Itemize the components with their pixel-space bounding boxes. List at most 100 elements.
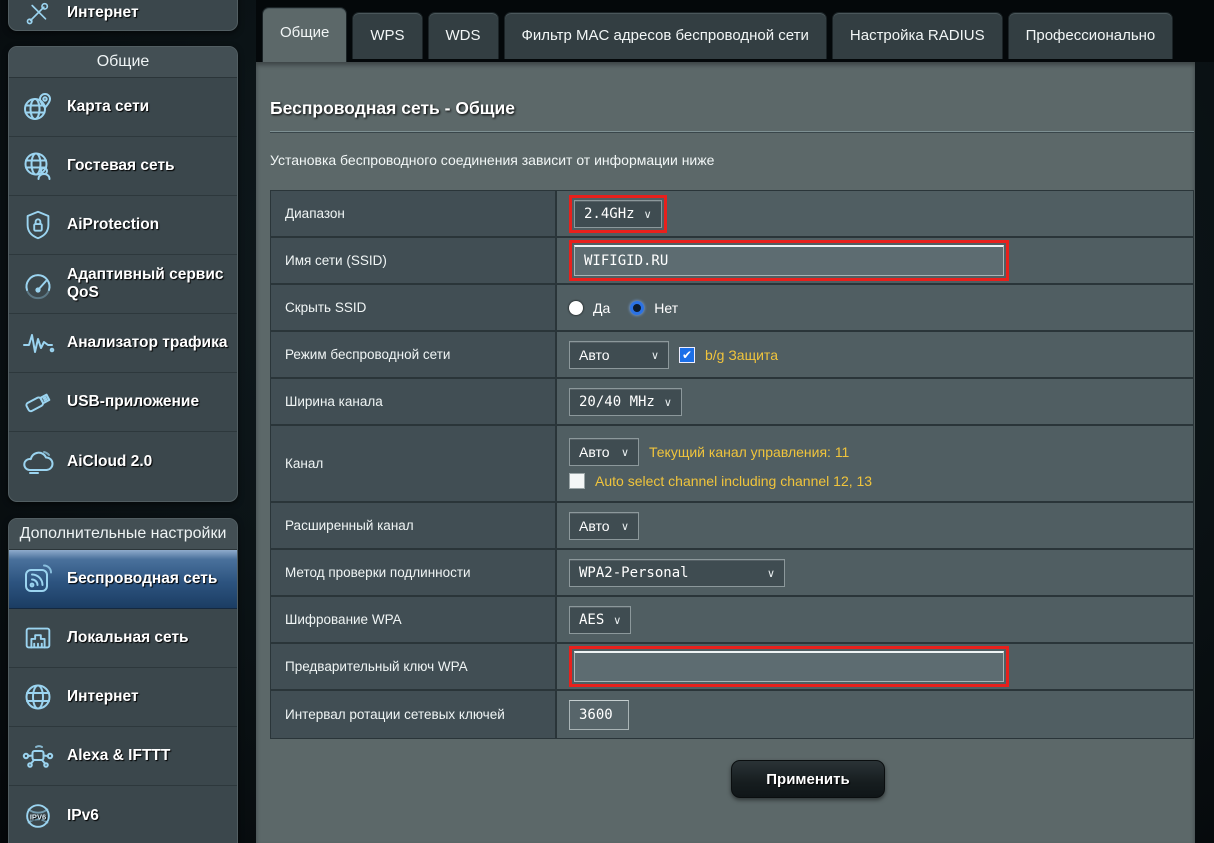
chevron-down-icon	[613, 612, 621, 628]
tab-wds[interactable]: WDS	[428, 12, 499, 59]
wireless-settings-form: Диапазон 2.4GHz Имя сети (SSID)	[270, 190, 1194, 739]
key-rotation-input[interactable]	[569, 700, 629, 730]
row-wpa-encryption: Шифрование WPA AES	[271, 597, 1193, 644]
wpa-key-input[interactable]	[574, 651, 1004, 682]
network-map-icon	[17, 89, 59, 125]
chevron-down-icon	[767, 565, 775, 581]
chevron-down-icon	[621, 444, 629, 460]
row-auth-method: Метод проверки подлинности WPA2-Personal	[271, 550, 1193, 597]
chevron-down-icon	[651, 347, 659, 363]
field-label: Ширина канала	[271, 379, 557, 424]
sidebar-item-qos[interactable]: Адаптивный сервис QoS	[9, 255, 237, 314]
sidebar-box-advanced: Дополнительные настройки Беспроводная се…	[8, 518, 238, 843]
wireless-mode-value: Авто	[579, 347, 610, 363]
sidebar-item-label: AiProtection	[67, 216, 159, 234]
sidebar-section-title: Общие	[9, 47, 237, 78]
chevron-down-icon	[664, 394, 672, 410]
row-extension-channel: Расширенный канал Авто	[271, 503, 1193, 550]
page-subtitle: Установка беспроводного соединения завис…	[270, 152, 714, 168]
sidebar-item-ipv6[interactable]: IPV6 IPv6	[9, 786, 237, 843]
lan-port-icon	[17, 621, 59, 655]
tab-radius[interactable]: Настройка RADIUS	[832, 12, 1003, 59]
row-wireless-mode: Режим беспроводной сети Авто b/g Защита	[271, 332, 1193, 379]
apply-button[interactable]: Применить	[731, 760, 885, 798]
sidebar-item-label: Гостевая сеть	[67, 157, 175, 175]
sidebar-box-general: Общие Карта сети Гостевая сеть	[8, 46, 238, 502]
guest-network-icon	[17, 148, 59, 184]
sidebar-item-label: Адаптивный сервис QoS	[67, 266, 231, 302]
field-label: Скрыть SSID	[271, 285, 557, 330]
sidebar-item-wireless[interactable]: Беспроводная сеть	[9, 550, 237, 609]
tab-mac-filter[interactable]: Фильтр MAC адресов беспроводной сети	[504, 12, 827, 59]
sidebar-item-label: Карта сети	[67, 98, 149, 116]
tab-professional[interactable]: Профессионально	[1008, 12, 1174, 59]
svg-text:IPV6: IPV6	[30, 812, 46, 821]
sidebar-item-guest-network[interactable]: Гостевая сеть	[9, 137, 237, 196]
page-title: Беспроводная сеть - Общие	[270, 98, 515, 119]
globe-icon	[17, 679, 59, 715]
sidebar-item-label: Интернет	[67, 688, 139, 706]
field-label: Интервал ротации сетевых ключей	[271, 691, 557, 738]
row-ssid: Имя сети (SSID)	[271, 238, 1193, 285]
channel-select[interactable]: Авто	[569, 438, 639, 466]
channel-width-select[interactable]: 20/40 MHz	[569, 388, 682, 416]
sidebar-item-lan[interactable]: Локальная сеть	[9, 609, 237, 668]
wpa-encryption-value: AES	[579, 612, 604, 628]
tab-wps[interactable]: WPS	[352, 12, 422, 59]
router-admin-page: Интернет Общие Карта сети	[0, 0, 1214, 843]
sidebar-item-aiprotection[interactable]: AiProtection	[9, 196, 237, 255]
channel-value: Авто	[579, 444, 610, 460]
hide-ssid-yes-radio[interactable]	[569, 301, 583, 315]
title-divider	[270, 131, 1194, 133]
sidebar-item-label: IPv6	[67, 807, 99, 825]
alexa-ifttt-icon	[17, 738, 59, 774]
chevron-down-icon	[621, 518, 629, 534]
wpa-encryption-select[interactable]: AES	[569, 606, 631, 634]
row-key-rotation: Интервал ротации сетевых ключей	[271, 691, 1193, 738]
sidebar-item-label: Интернет	[67, 4, 139, 22]
wireless-mode-select[interactable]: Авто	[569, 341, 669, 369]
row-channel: Канал Авто Текущий канал управления: 11 …	[271, 426, 1193, 503]
row-channel-width: Ширина канала 20/40 MHz	[271, 379, 1193, 426]
tab-general[interactable]: Общие	[262, 7, 347, 62]
extension-channel-select[interactable]: Авто	[569, 512, 639, 540]
wifi-icon	[17, 561, 59, 597]
sidebar-item-aicloud[interactable]: AiCloud 2.0	[9, 432, 237, 491]
sidebar-item-usb[interactable]: USB-приложение	[9, 373, 237, 432]
ipv6-globe-icon: IPV6	[17, 799, 59, 833]
band-select[interactable]: 2.4GHz	[574, 200, 662, 228]
sidebar-item-label: Alexa & IFTTT	[67, 747, 170, 765]
field-label: Диапазон	[271, 191, 557, 236]
channel-width-value: 20/40 MHz	[579, 394, 655, 410]
auth-method-select[interactable]: WPA2-Personal	[569, 559, 785, 587]
sidebar-item-label: Локальная сеть	[67, 629, 189, 647]
gauge-icon	[17, 266, 59, 302]
content-panel: Беспроводная сеть - Общие Установка бесп…	[256, 62, 1195, 843]
tools-icon	[17, 0, 59, 28]
annotation-highlight-red	[569, 240, 1009, 281]
radio-label-no: Нет	[654, 300, 678, 316]
hide-ssid-no-radio[interactable]	[630, 301, 644, 315]
auto-select-channel-checkbox[interactable]	[569, 473, 585, 489]
usb-icon	[17, 384, 59, 420]
shield-lock-icon	[17, 208, 59, 242]
sidebar-item-label: AiCloud 2.0	[67, 453, 152, 471]
sidebar-item-traffic-analyzer[interactable]: Анализатор трафика	[9, 314, 237, 373]
cloud-icon	[17, 444, 59, 480]
sidebar-item-label: Беспроводная сеть	[67, 570, 217, 588]
ssid-input[interactable]	[574, 245, 1004, 276]
sidebar-item-label: Анализатор трафика	[67, 334, 227, 352]
sidebar-item-network-map[interactable]: Карта сети	[9, 78, 237, 137]
sidebar-item-internet-quick[interactable]: Интернет	[9, 0, 237, 30]
current-channel-note: Текущий канал управления: 11	[649, 444, 849, 460]
sidebar-item-alexa-ifttt[interactable]: Alexa & IFTTT	[9, 727, 237, 786]
field-label: Канал	[271, 426, 557, 501]
bg-protection-checkbox[interactable]	[679, 347, 695, 363]
extension-channel-value: Авто	[579, 518, 610, 534]
annotation-highlight-red: 2.4GHz	[569, 195, 667, 233]
row-wpa-key: Предварительный ключ WPA	[271, 644, 1193, 691]
sidebar-item-internet[interactable]: Интернет	[9, 668, 237, 727]
field-label: Расширенный канал	[271, 503, 557, 548]
field-label: Имя сети (SSID)	[271, 238, 557, 283]
sidebar-item-label: USB-приложение	[67, 393, 199, 411]
